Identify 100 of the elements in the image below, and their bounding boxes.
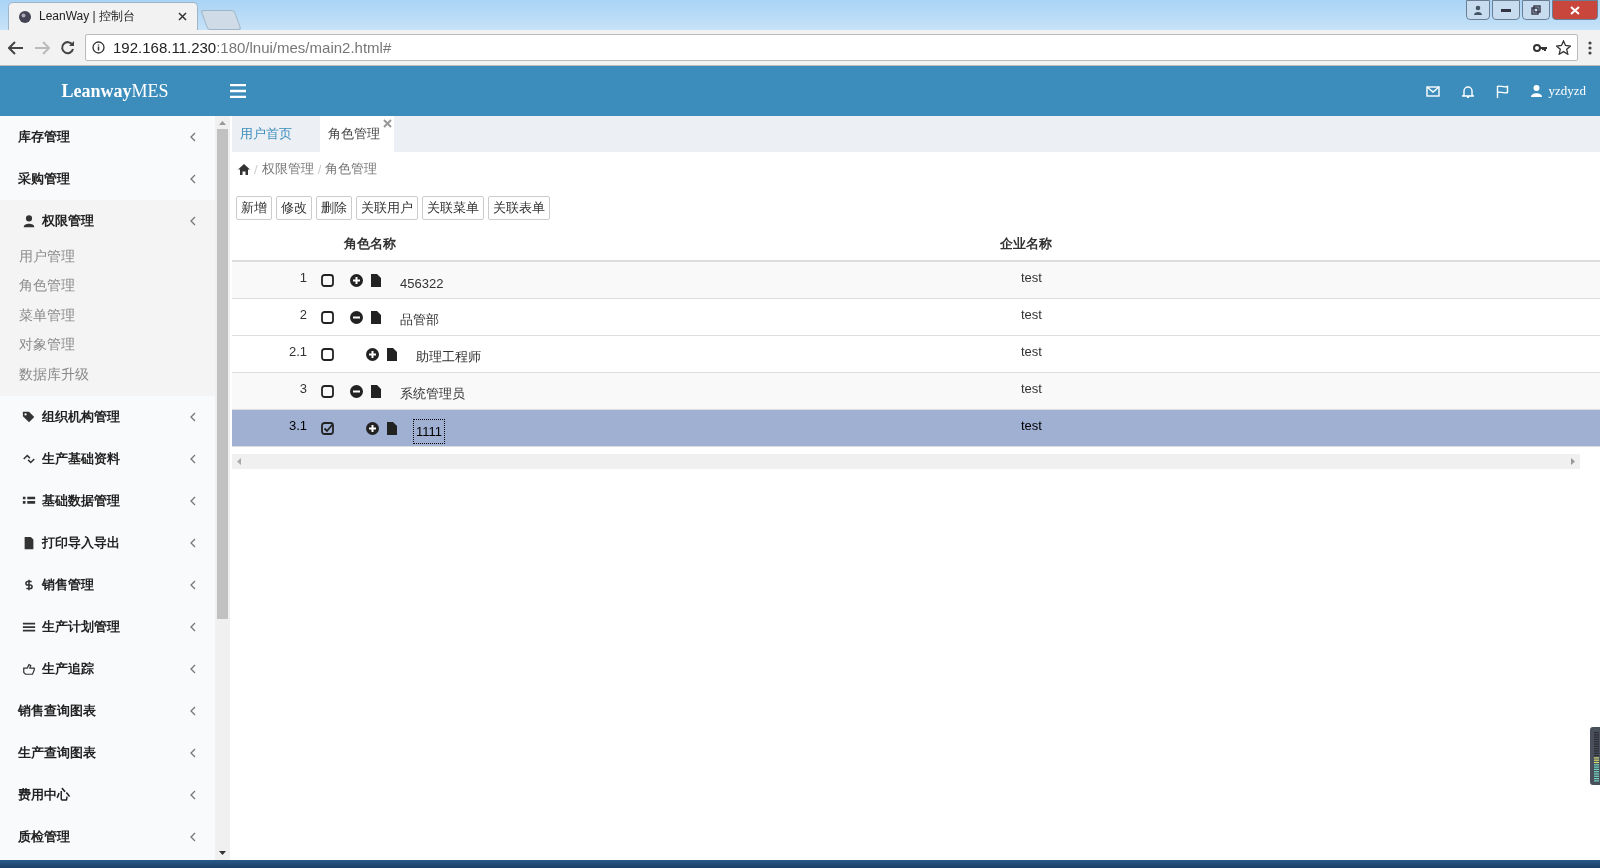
page-tab[interactable]: 角色管理 <box>320 116 394 152</box>
chevron-icon <box>189 537 197 548</box>
scroll-down-icon[interactable] <box>219 851 226 856</box>
table-row[interactable]: 1 456322 test <box>232 262 1600 299</box>
chevron-icon <box>189 411 197 422</box>
sidebar-item[interactable]: 库存管理 <box>0 116 215 158</box>
scrollbar[interactable] <box>215 116 230 860</box>
sidebar-item[interactable]: 销售查询图表 <box>0 689 215 732</box>
volume-meter-drawing <box>1590 727 1600 785</box>
user-name[interactable]: yzdyzd <box>1548 83 1586 99</box>
chevron-icon <box>189 495 197 506</box>
file-icon <box>371 384 381 398</box>
file-icon <box>387 347 397 361</box>
row-number: 3 <box>298 380 307 398</box>
role-name: 品管部 <box>399 311 440 329</box>
more-icon[interactable] <box>1588 40 1592 55</box>
toolbar-button[interactable]: 新增 <box>236 196 272 220</box>
chevron-icon <box>189 216 197 226</box>
address-bar[interactable]: 192.168.11.230:180/lnui/mes/main2.html# <box>85 34 1578 61</box>
user-icon[interactable] <box>1531 85 1543 97</box>
person-icon <box>1473 5 1483 15</box>
sidebar-item[interactable]: 质检管理 <box>0 815 215 858</box>
company-name: test <box>1021 306 1042 324</box>
table-row[interactable]: 3.1 1111 test <box>232 410 1600 447</box>
checkbox-icon[interactable] <box>321 384 334 398</box>
globe-icon <box>19 10 31 23</box>
sidebar-item[interactable]: 生产追踪 <box>0 647 215 690</box>
key-icon[interactable] <box>1533 42 1548 53</box>
sidebar-item[interactable]: 生产查询图表 <box>0 731 215 774</box>
info-icon <box>92 41 105 54</box>
pointing-hand-icon <box>22 661 36 676</box>
url-host: 192.168.11.230 <box>113 39 217 56</box>
sidebar-item[interactable]: 费用中心 <box>0 773 215 816</box>
menu-icon[interactable] <box>230 84 246 98</box>
company-name: test <box>1021 380 1042 398</box>
chevron-icon <box>189 621 197 632</box>
role-name: 系统管理员 <box>399 385 466 403</box>
sidebar-item[interactable]: 打印导入导出 <box>0 521 215 564</box>
mail-icon[interactable] <box>1426 85 1441 97</box>
sidebar-item[interactable]: 销售管理 <box>0 563 215 606</box>
breadcrumb-link[interactable]: 角色管理 <box>325 160 378 178</box>
toolbar-button[interactable]: 关联用户 <box>356 196 418 220</box>
file-icon <box>371 310 381 324</box>
flag-icon[interactable] <box>1496 84 1510 98</box>
app-logo[interactable]: LeanwayMES <box>0 80 230 102</box>
collapse-icon[interactable] <box>350 310 363 324</box>
sidebar-item[interactable]: 生产计划管理 <box>0 605 215 648</box>
chevron-icon <box>189 663 197 674</box>
row-number: 2 <box>298 306 307 324</box>
restore-button[interactable] <box>1522 0 1550 20</box>
role-name: 助理工程师 <box>415 348 482 366</box>
back-icon[interactable] <box>8 40 24 55</box>
user-button[interactable] <box>1466 0 1490 20</box>
checkbox-icon[interactable] <box>321 273 334 287</box>
checkbox-icon[interactable] <box>321 310 334 324</box>
chevron-icon <box>189 453 197 464</box>
user-icon <box>22 214 36 228</box>
toolbar-button[interactable]: 关联表单 <box>488 196 550 220</box>
expand-icon[interactable] <box>366 421 379 435</box>
file-icon <box>387 421 397 435</box>
table-row[interactable]: 3 系统管理员 test <box>232 373 1600 410</box>
chevron-icon <box>189 705 197 716</box>
chevron-icon <box>189 132 197 142</box>
chevron-icon <box>189 579 197 590</box>
close-icon <box>1570 5 1580 15</box>
role-name: 1111 <box>413 418 446 444</box>
close-icon[interactable] <box>178 12 187 21</box>
toolbar-button[interactable]: 关联菜单 <box>422 196 484 220</box>
browser-tab[interactable]: LeanWay | 控制台 <box>8 2 198 30</box>
toolbar-button[interactable]: 删除 <box>316 196 352 220</box>
collapse-icon[interactable] <box>350 384 363 398</box>
checkbox-icon[interactable] <box>321 347 334 361</box>
minimize-icon <box>1501 8 1511 12</box>
expand-icon[interactable] <box>366 347 379 361</box>
reload-icon[interactable] <box>60 40 75 55</box>
file-icon <box>22 535 36 550</box>
url-path: :180/lnui/mes/main2.html# <box>216 39 393 56</box>
sidebar-item[interactable]: 采购管理 <box>0 158 215 200</box>
file-icon <box>371 273 381 287</box>
breadcrumb-link[interactable]: 权限管理 <box>261 160 314 178</box>
dollar-icon <box>22 577 36 592</box>
sidebar-item[interactable]: 组织机构管理 <box>0 395 215 438</box>
bell-icon[interactable] <box>1462 84 1475 98</box>
column-header: 企业名称 <box>1000 235 1052 253</box>
chevron-icon <box>189 174 197 184</box>
chevron-icon <box>189 789 197 800</box>
close-button[interactable] <box>1552 0 1598 20</box>
sidebar-item[interactable]: 生产基础资料 <box>0 437 215 480</box>
row-number: 1 <box>298 269 307 287</box>
minimize-button[interactable] <box>1492 0 1520 20</box>
chevron-icon <box>189 831 197 842</box>
sidebar-item[interactable]: 基础数据管理 <box>0 479 215 522</box>
home-icon[interactable] <box>238 163 250 175</box>
company-name: test <box>1021 343 1042 361</box>
star-icon[interactable] <box>1556 40 1571 55</box>
toolbar-button[interactable]: 修改 <box>276 196 312 220</box>
expand-icon[interactable] <box>350 273 363 287</box>
checked-checkbox-icon[interactable] <box>321 421 334 435</box>
row-number: 2.1 <box>287 343 307 361</box>
row-number: 3.1 <box>287 417 307 435</box>
